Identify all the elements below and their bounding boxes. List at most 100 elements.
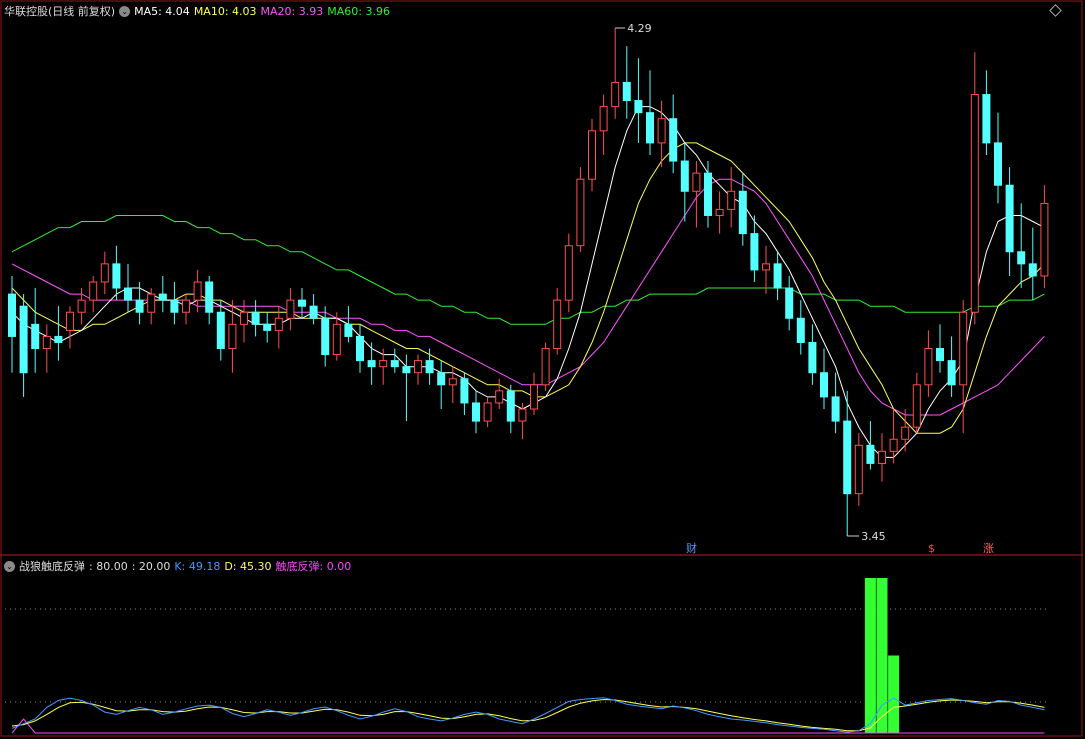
- candle-body: [1005, 184, 1014, 253]
- candle-body: [472, 402, 480, 422]
- candle-body: [704, 172, 712, 216]
- marker-s: $: [928, 542, 935, 555]
- candle-body: [843, 420, 852, 495]
- candle-body: [240, 311, 248, 325]
- candle-body: [263, 323, 272, 331]
- candle-body: [100, 263, 109, 283]
- candle-body: [124, 287, 132, 301]
- candle-body: [8, 293, 16, 337]
- signal-bar: [888, 655, 900, 733]
- candle-body: [77, 299, 86, 313]
- candle-body: [878, 450, 886, 464]
- candle-body: [669, 118, 678, 162]
- candle-body: [182, 299, 190, 313]
- candle-body: [367, 360, 376, 368]
- candle-body: [785, 287, 794, 319]
- ma20-line: [11, 178, 1045, 416]
- candle-body: [414, 360, 422, 374]
- low-price-label: 3.45: [861, 530, 886, 543]
- candle-body: [599, 106, 608, 132]
- candle-body: [912, 384, 921, 428]
- candle-body: [854, 444, 863, 495]
- candle-body: [820, 372, 828, 398]
- candle-body: [332, 323, 341, 356]
- candle-body: [936, 348, 944, 362]
- candle-body: [553, 299, 562, 350]
- candle-body: [831, 396, 840, 422]
- signal-bar: [864, 578, 876, 733]
- marker-cai: 财: [686, 541, 697, 555]
- candle-body: [646, 112, 654, 144]
- candle-body: [994, 142, 1002, 186]
- candle-body: [193, 281, 202, 301]
- candle-body: [796, 317, 805, 343]
- chart-canvas[interactable]: 4.29 3.45 财 $ 涨: [0, 0, 1085, 739]
- candle-body: [19, 305, 28, 374]
- candle-body: [344, 323, 353, 337]
- candle-body: [274, 317, 283, 331]
- candle-body: [622, 81, 631, 102]
- candle-body: [576, 178, 585, 247]
- candle-body: [460, 378, 469, 404]
- candle-body: [147, 293, 156, 313]
- candle-body: [889, 438, 898, 452]
- candle-body: [634, 100, 643, 114]
- marker-zhang: 涨: [983, 542, 994, 555]
- candle-body: [135, 299, 144, 313]
- candle-body: [530, 384, 538, 410]
- candle-body: [112, 263, 121, 289]
- candle-body: [448, 378, 457, 386]
- candle-body: [379, 360, 388, 368]
- candle-body: [564, 245, 573, 301]
- candle-body: [321, 317, 330, 356]
- candle-body: [158, 293, 167, 301]
- candle-body: [495, 390, 504, 404]
- outer-frame: [0, 0, 1083, 737]
- ma10-line: [11, 142, 1045, 434]
- candle-body: [66, 311, 74, 331]
- ma5-line: [11, 106, 1045, 458]
- candle-body: [54, 335, 63, 343]
- candle-body: [866, 444, 875, 464]
- candle-body: [228, 323, 237, 350]
- candle-body: [251, 311, 260, 325]
- ma60-line: [11, 215, 1045, 325]
- candle-body: [959, 311, 968, 386]
- candle-body: [947, 360, 956, 386]
- candle-body: [170, 299, 179, 313]
- candle-body: [390, 360, 399, 368]
- candle-body: [611, 81, 620, 108]
- candle-body: [738, 190, 747, 235]
- candle-body: [924, 348, 933, 386]
- candle-body: [42, 335, 51, 350]
- candle-body: [89, 281, 98, 301]
- candle-body: [750, 233, 759, 271]
- candle-body: [808, 341, 817, 374]
- candle-body: [762, 263, 770, 271]
- candle-body: [657, 118, 666, 144]
- candle-body: [715, 208, 724, 216]
- candle-body: [402, 366, 411, 374]
- candle-body: [298, 299, 306, 307]
- candle-body: [437, 372, 446, 386]
- candle-body: [901, 426, 910, 440]
- candle-body: [692, 172, 701, 192]
- candle-body: [773, 263, 782, 289]
- candle-body: [506, 390, 515, 422]
- candle-body: [1028, 263, 1037, 277]
- candle-body: [483, 402, 492, 422]
- high-price-label: 4.29: [627, 22, 652, 35]
- candle-body: [309, 305, 318, 319]
- candle-body: [31, 323, 40, 350]
- candle-body: [982, 94, 991, 144]
- candle-body: [1040, 202, 1049, 277]
- candle-body: [680, 160, 689, 192]
- candle-body: [425, 360, 434, 374]
- candle-body: [1017, 251, 1026, 265]
- candle-body: [588, 130, 596, 180]
- candle-body: [970, 94, 979, 313]
- candle-body: [216, 311, 225, 350]
- candle-body: [518, 408, 527, 422]
- candle-body: [541, 348, 550, 386]
- candle-body: [356, 335, 364, 362]
